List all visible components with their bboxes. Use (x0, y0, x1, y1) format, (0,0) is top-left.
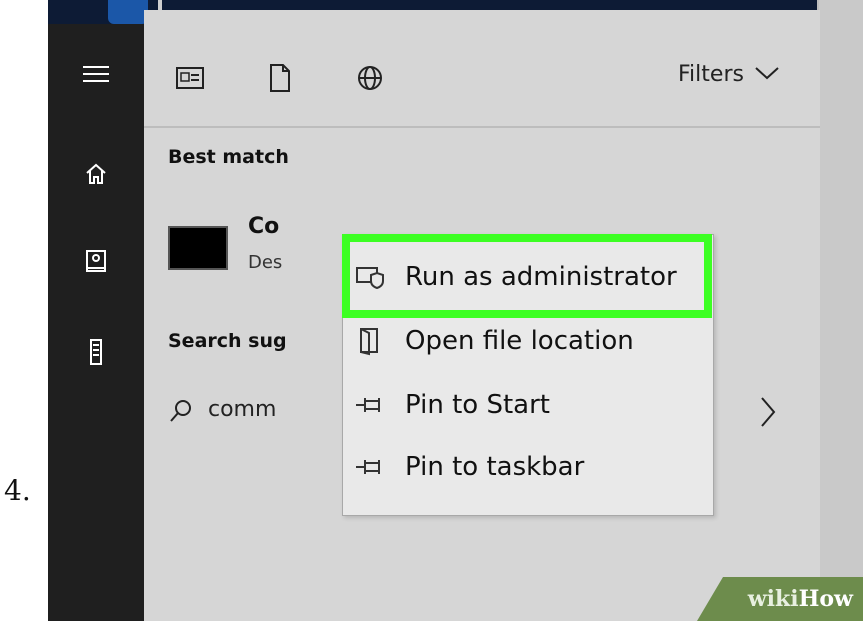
result-subtitle: Des (248, 252, 283, 273)
apps-filter-icon[interactable] (172, 60, 208, 96)
menu-item-pin-to-taskbar[interactable]: Pin to taskbar (343, 439, 713, 495)
result-title: Co (248, 214, 280, 239)
suggestion-text: comm (208, 397, 277, 422)
filters-dropdown[interactable]: Filters (678, 62, 780, 87)
document-filter-icon[interactable] (262, 60, 298, 96)
search-suggestions-heading: Search sug (168, 330, 287, 352)
step-number: 4. (4, 474, 31, 507)
window-edge (817, 0, 863, 621)
pin-icon (343, 395, 397, 415)
device-icon[interactable] (74, 330, 118, 374)
start-sidebar (48, 24, 144, 621)
home-icon[interactable] (74, 152, 118, 196)
desktop-window-fragment (108, 0, 148, 24)
windows-start-search: Filters Best match Co Des Search sug com… (48, 0, 863, 621)
menu-item-pin-to-start[interactable]: Pin to Start (343, 377, 713, 433)
documents-icon[interactable] (74, 240, 118, 284)
context-menu: Run as administrator Open file location … (342, 234, 714, 516)
best-match-heading: Best match (168, 146, 289, 168)
command-prompt-icon (168, 226, 228, 270)
hamburger-menu-icon[interactable] (74, 52, 118, 96)
wikihow-logo: wiki How (697, 577, 863, 621)
menu-item-run-as-administrator[interactable]: Run as administrator (343, 249, 713, 305)
web-filter-icon[interactable] (352, 60, 388, 96)
menu-item-label: Pin to taskbar (405, 452, 585, 482)
search-toolbar: Filters (144, 10, 820, 128)
menu-item-label: Pin to Start (405, 390, 550, 420)
logo-text-part2: How (798, 586, 853, 612)
filters-label: Filters (678, 62, 744, 87)
logo-text-part1: wiki (747, 586, 799, 612)
menu-item-label: Run as administrator (405, 262, 677, 292)
menu-item-open-file-location[interactable]: Open file location (343, 313, 713, 369)
shield-run-icon (343, 264, 397, 290)
file-location-icon (343, 326, 397, 356)
pin-icon (343, 457, 397, 477)
search-icon (168, 398, 194, 428)
menu-item-label: Open file location (405, 326, 634, 356)
chevron-down-icon (754, 62, 780, 87)
chevron-right-icon[interactable] (758, 392, 778, 436)
